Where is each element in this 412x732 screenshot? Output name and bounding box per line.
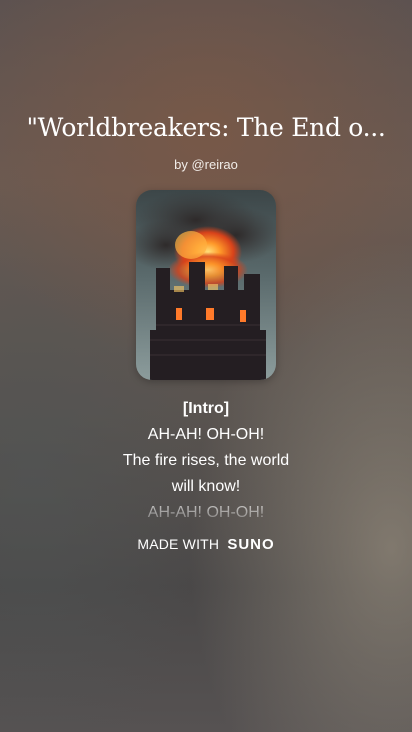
lyrics-excerpt: [Intro] AH-AH! OH-OH! The fire rises, th… (60, 396, 352, 526)
lyric-line: AH-AH! OH-OH! (147, 426, 265, 443)
suno-logo: SUNO (227, 536, 275, 553)
artist-byline: by @reirao (174, 157, 238, 172)
song-share-card: "Worldbreakers: The End o... by @reirao (0, 0, 412, 732)
lyric-line-faded: AH-AH! OH-OH! (60, 500, 352, 526)
lyrics-section-label: [Intro] (182, 400, 230, 417)
cover-art (136, 190, 276, 380)
lyric-line: The fire rises, the world (122, 452, 290, 469)
lyric-line: will know! (171, 478, 241, 495)
made-with-suno-footer: MADE WITH SUNO (0, 536, 412, 553)
song-title: "Worldbreakers: The End o... (26, 113, 386, 142)
made-with-label: MADE WITH (137, 536, 220, 552)
burning-tower-artwork (136, 190, 276, 380)
